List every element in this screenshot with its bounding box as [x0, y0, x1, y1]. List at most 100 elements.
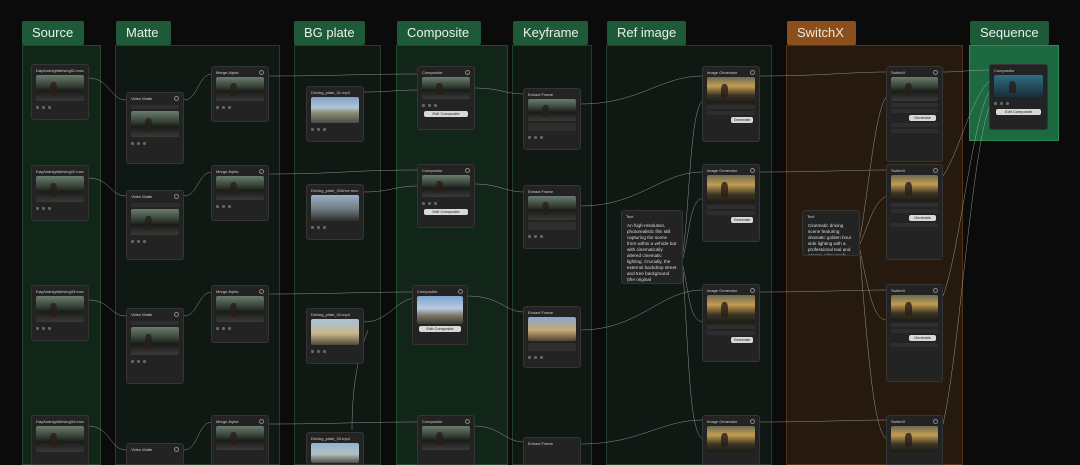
compositor-node[interactable]: Compositor Edit Composite	[417, 66, 475, 130]
playback-controls[interactable]	[216, 202, 264, 210]
merge-alpha-node[interactable]: Merge Alpha	[211, 285, 269, 343]
prompt-text[interactable]: Cinematic driving scene featuring dramat…	[803, 221, 859, 255]
frame-timeline[interactable]	[528, 343, 576, 351]
playback-controls[interactable]	[131, 237, 179, 245]
playback-controls[interactable]	[422, 101, 470, 109]
source-node[interactable]: DayAndnightdriving01.mov	[31, 64, 89, 120]
merge-alpha-node[interactable]: Merge Alpha	[211, 415, 269, 465]
extract-frame-node[interactable]: Extract Frame	[523, 185, 581, 249]
aspect-select[interactable]	[707, 111, 755, 115]
settings-icon[interactable]	[933, 69, 938, 75]
playback-controls[interactable]	[216, 103, 264, 111]
settings-icon[interactable]	[750, 69, 755, 75]
model-select[interactable]	[707, 105, 755, 109]
settings-icon[interactable]	[259, 288, 264, 294]
switch-node[interactable]: SwitchX Generate	[886, 284, 943, 382]
image-generator-node[interactable]: Image Generator	[702, 415, 760, 465]
image-generator-node[interactable]: Image Generator Generate	[702, 284, 760, 362]
switch-option[interactable]	[891, 103, 938, 107]
settings-icon[interactable]	[750, 167, 755, 173]
model-select[interactable]	[707, 325, 755, 329]
playback-controls[interactable]	[311, 125, 359, 133]
playback-controls[interactable]	[216, 324, 264, 332]
prompt-text[interactable]: An high-resolution, photorealistic film …	[622, 221, 682, 283]
switch-node[interactable]: SwitchX Generate	[886, 66, 943, 162]
settings-icon[interactable]	[465, 69, 470, 75]
video-matte-node[interactable]: Video Matte	[126, 443, 184, 465]
settings-icon[interactable]	[259, 69, 264, 75]
playback-controls[interactable]	[36, 324, 84, 332]
settings-icon[interactable]	[750, 418, 755, 424]
text-prompt-node[interactable]: Text An high-resolution, photorealistic …	[621, 210, 683, 284]
frame-controls[interactable]	[528, 133, 576, 141]
edit-composite-button[interactable]: Edit Composite	[419, 326, 461, 332]
frame-timeline[interactable]	[528, 123, 576, 131]
settings-icon[interactable]	[259, 168, 264, 174]
generate-button[interactable]: Generate	[909, 115, 936, 121]
switch-option[interactable]	[891, 109, 938, 113]
frame-controls[interactable]	[528, 232, 576, 240]
settings-icon[interactable]	[174, 95, 179, 101]
settings-icon[interactable]	[174, 311, 179, 317]
extract-frame-node[interactable]: Extract Frame	[523, 437, 581, 465]
extract-frame-node[interactable]: Extract Frame	[523, 88, 581, 150]
source-node[interactable]: DayAndnightdriving02.mov	[31, 165, 89, 221]
playback-controls[interactable]	[994, 99, 1043, 107]
option-row[interactable]	[131, 105, 179, 109]
image-generator-node[interactable]: Image Generator Generate	[702, 66, 760, 142]
compositor-node[interactable]: Compositor Edit Composite	[417, 164, 475, 228]
generate-button[interactable]: Generate	[909, 215, 936, 221]
settings-icon[interactable]	[174, 193, 179, 199]
switch-option[interactable]	[891, 203, 938, 207]
option-row[interactable]	[131, 203, 179, 207]
edit-composite-button[interactable]: Edit Composite	[424, 209, 468, 215]
settings-icon[interactable]	[174, 446, 179, 452]
settings-icon[interactable]	[458, 288, 463, 294]
switch-option[interactable]	[891, 209, 938, 213]
generate-button[interactable]: Generate	[731, 337, 753, 343]
generate-button[interactable]: Generate	[731, 217, 753, 223]
settings-icon[interactable]	[259, 418, 264, 424]
source-node[interactable]: DayAndnightdriving03.mov	[31, 285, 89, 341]
model-select[interactable]	[707, 205, 755, 209]
edit-composite-button[interactable]: Edit Composite	[996, 109, 1041, 115]
bg-plate-node[interactable]: Driving_plate_01.mp4	[306, 86, 364, 142]
generate-button[interactable]: Generate	[909, 335, 936, 341]
settings-icon[interactable]	[933, 287, 938, 293]
playback-controls[interactable]	[422, 199, 470, 207]
settings-icon[interactable]	[933, 167, 938, 173]
compositor-node[interactable]: Compositor Edit Composite	[412, 285, 468, 345]
settings-icon[interactable]	[750, 287, 755, 293]
switch-node[interactable]: SwitchX Generate	[886, 164, 943, 260]
playback-controls[interactable]	[311, 347, 359, 355]
bg-plate-node[interactable]: Driving_plate_04.mp4	[306, 308, 364, 364]
aspect-select[interactable]	[707, 211, 755, 215]
edit-composite-button[interactable]: Edit Composite	[424, 111, 468, 117]
compositor-node[interactable]: Compositor	[417, 415, 475, 465]
video-matte-node[interactable]: Video Matte	[126, 92, 184, 164]
video-matte-node[interactable]: Video Matte	[126, 308, 184, 384]
source-node[interactable]: DayAndnightdriving04.mov	[31, 415, 89, 465]
generate-button[interactable]: Generate	[731, 117, 753, 123]
switch-option[interactable]	[891, 329, 938, 333]
video-matte-node[interactable]: Video Matte	[126, 190, 184, 260]
sequence-compositor-node[interactable]: Compositor Edit Composite	[989, 64, 1048, 130]
settings-icon[interactable]	[465, 167, 470, 173]
switch-node[interactable]: SwitchX	[886, 415, 943, 465]
option-row[interactable]	[131, 321, 179, 325]
image-generator-node[interactable]: Image Generator Generate	[702, 164, 760, 242]
bg-plate-node[interactable]: Driving_plate_03.mp4	[306, 432, 364, 465]
frame-controls[interactable]	[528, 353, 576, 361]
extract-frame-node[interactable]: Extract Frame	[523, 306, 581, 368]
playback-controls[interactable]	[311, 223, 359, 231]
playback-controls[interactable]	[36, 204, 84, 212]
text-prompt-node[interactable]: Text Cinematic driving scene featuring d…	[802, 210, 860, 256]
switch-option[interactable]	[891, 323, 938, 327]
aspect-select[interactable]	[707, 331, 755, 335]
frame-timeline[interactable]	[528, 222, 576, 230]
settings-icon[interactable]	[465, 418, 470, 424]
playback-controls[interactable]	[131, 357, 179, 365]
merge-alpha-node[interactable]: Merge Alpha	[211, 66, 269, 122]
playback-controls[interactable]	[131, 139, 179, 147]
playback-controls[interactable]	[36, 103, 84, 111]
